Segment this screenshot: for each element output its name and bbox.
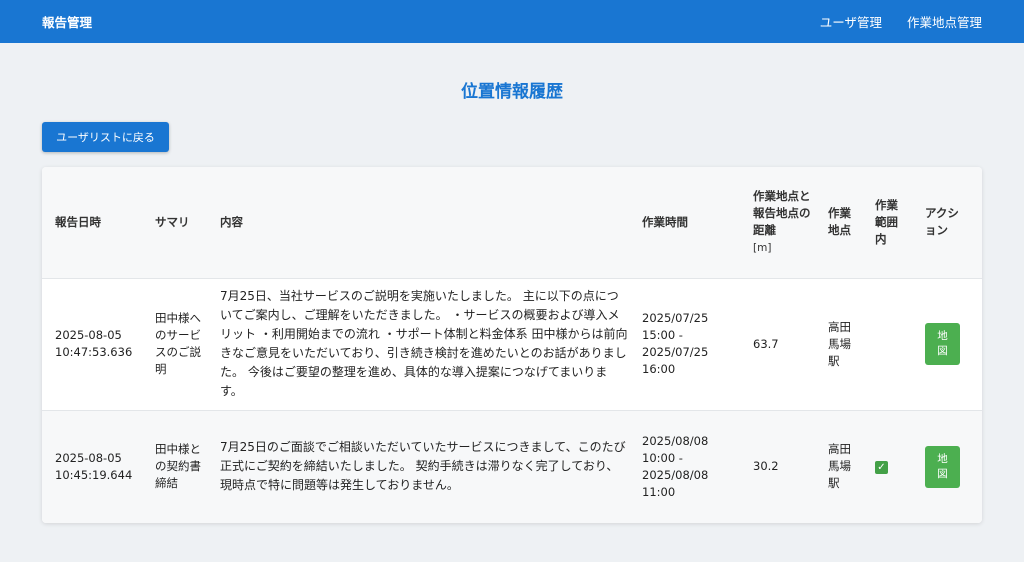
location-history-table-card: 報告日時 サマリ 内容 作業時間 作業地点と報告地点の距離 [m] 作業地点 作業… <box>42 167 982 523</box>
header-date: 報告日時 <box>55 214 101 229</box>
header-content: 内容 <box>220 214 243 229</box>
table-row: 2025-08-05 10:45:19.644 田中様との契約書締結 7月25日… <box>42 410 982 523</box>
header-location: 作業地点 <box>828 206 851 238</box>
cell-work-time: 2025/08/08 10:00 - 2025/08/08 11:00 <box>642 433 709 499</box>
header-in-range: 作業範囲内 <box>875 197 898 246</box>
top-navbar: 報告管理 ユーザ管理 作業地点管理 <box>0 0 1024 43</box>
cell-distance: 30.2 <box>753 459 779 474</box>
cell-action: 地図 <box>919 410 982 523</box>
cell-summary: 田中様との契約書締結 <box>155 442 201 491</box>
header-action: アクション <box>925 206 959 238</box>
cell-in-range: ✓ <box>869 410 919 523</box>
header-work-time: 作業時間 <box>642 214 688 229</box>
cell-content: 7月25日のご面談でご相談いただいていたサービスにつきまして、このたび正式にご契… <box>220 440 626 493</box>
header-summary: サマリ <box>155 214 190 229</box>
cell-distance: 63.7 <box>753 336 779 351</box>
back-to-user-list-button[interactable]: ユーザリストに戻る <box>42 122 169 152</box>
table-header-row: 報告日時 サマリ 内容 作業時間 作業地点と報告地点の距離 [m] 作業地点 作業… <box>42 167 982 278</box>
page-title: 位置情報履歴 <box>461 82 563 102</box>
cell-date: 2025-08-05 10:47:53.636 <box>55 328 133 359</box>
nav-links: ユーザ管理 作業地点管理 <box>820 12 982 31</box>
header-distance-unit: [m] <box>753 241 772 254</box>
brand-title[interactable]: 報告管理 <box>42 12 92 31</box>
map-button[interactable]: 地図 <box>925 445 960 488</box>
cell-summary: 田中様へのサービスのご説明 <box>155 311 201 376</box>
nav-link-user-management[interactable]: ユーザ管理 <box>820 12 882 31</box>
check-icon: ✓ <box>875 461 888 475</box>
cell-in-range <box>869 278 919 410</box>
header-distance-label: 作業地点と報告地点の距離 <box>753 188 811 237</box>
nav-link-work-location-management[interactable]: 作業地点管理 <box>907 12 982 31</box>
cell-date: 2025-08-05 10:45:19.644 <box>55 450 133 482</box>
cell-location: 高田馬場駅 <box>828 319 851 368</box>
cell-location: 高田馬場駅 <box>828 442 851 491</box>
table-row: 2025-08-05 10:47:53.636 田中様へのサービスのご説明 7月… <box>42 278 982 410</box>
header-distance: 作業地点と報告地点の距離 [m] <box>747 167 822 278</box>
map-button[interactable]: 地図 <box>925 323 960 365</box>
cell-action: 地図 <box>919 278 982 410</box>
cell-content: 7月25日、当社サービスのご説明を実施いたしました。 主に以下の点についてご案内… <box>220 289 628 398</box>
cell-work-time: 2025/07/25 15:00 - 2025/07/25 16:00 <box>642 311 709 376</box>
location-history-table: 報告日時 サマリ 内容 作業時間 作業地点と報告地点の距離 [m] 作業地点 作業… <box>42 167 982 523</box>
